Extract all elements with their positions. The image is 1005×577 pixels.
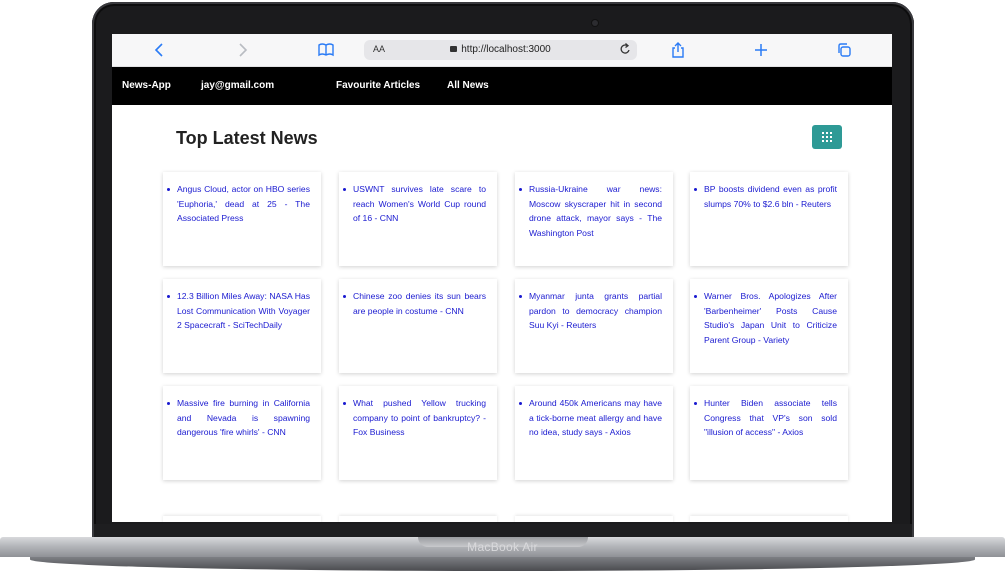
news-grid-next-row	[163, 516, 849, 522]
news-card	[690, 516, 848, 522]
screen: AA http://localhost:3000 News-App jay@gm…	[112, 34, 892, 522]
news-card: BP boosts dividend even as profit slumps…	[690, 172, 848, 266]
news-card	[163, 516, 321, 522]
book-icon[interactable]	[317, 41, 335, 59]
address-bar[interactable]: AA http://localhost:3000	[364, 40, 637, 60]
news-link[interactable]: USWNT survives late scare to reach Women…	[343, 182, 486, 226]
news-link[interactable]: Massive fire burning in California and N…	[167, 396, 310, 440]
news-link[interactable]: Warner Bros. Apologizes After 'Barbenhei…	[694, 289, 837, 347]
nav-favourite-articles[interactable]: Favourite Articles	[336, 80, 420, 91]
nav-brand[interactable]: News-App	[122, 80, 171, 91]
url-display[interactable]: http://localhost:3000	[364, 44, 637, 55]
browser-toolbar: AA http://localhost:3000	[112, 34, 892, 67]
news-card: Massive fire burning in California and N…	[163, 386, 321, 480]
news-link[interactable]: Around 450k Americans may have a tick-bo…	[519, 396, 662, 440]
news-card: Warner Bros. Apologizes After 'Barbenhei…	[690, 279, 848, 373]
news-link[interactable]: Angus Cloud, actor on HBO series 'Euphor…	[167, 182, 310, 226]
news-card	[339, 516, 497, 522]
news-link[interactable]: Myanmar junta grants partial pardon to d…	[519, 289, 662, 333]
share-icon[interactable]	[669, 41, 687, 59]
news-link[interactable]: Hunter Biden associate tells Congress th…	[694, 396, 837, 440]
nav-all-news[interactable]: All News	[447, 80, 489, 91]
news-card: Around 450k Americans may have a tick-bo…	[515, 386, 673, 480]
lock-icon	[450, 46, 458, 52]
page-title: Top Latest News	[176, 128, 318, 148]
nav-user-email[interactable]: jay@gmail.com	[201, 80, 274, 91]
app-navbar: News-App jay@gmail.com Favourite Article…	[112, 67, 892, 105]
news-card: Hunter Biden associate tells Congress th…	[690, 386, 848, 480]
news-card: Myanmar junta grants partial pardon to d…	[515, 279, 673, 373]
news-link[interactable]: 12.3 Billion Miles Away: NASA Has Lost C…	[167, 289, 310, 333]
news-link[interactable]: Russia-Ukraine war news: Moscow skyscrap…	[519, 182, 662, 240]
news-link[interactable]: BP boosts dividend even as profit slumps…	[694, 182, 837, 211]
news-card: Angus Cloud, actor on HBO series 'Euphor…	[163, 172, 321, 266]
view-toggle-button[interactable]	[812, 125, 842, 149]
chevron-right-icon[interactable]	[233, 41, 251, 59]
chevron-left-icon[interactable]	[151, 41, 169, 59]
news-card: Chinese zoo denies its sun bears are peo…	[339, 279, 497, 373]
news-card: What pushed Yellow trucking company to p…	[339, 386, 497, 480]
news-link[interactable]: Chinese zoo denies its sun bears are peo…	[343, 289, 486, 318]
camera-icon	[592, 20, 598, 26]
grid-icon	[822, 132, 832, 142]
news-link[interactable]: What pushed Yellow trucking company to p…	[343, 396, 486, 440]
tabs-icon[interactable]	[835, 41, 853, 59]
news-card	[515, 516, 673, 522]
news-card: USWNT survives late scare to reach Women…	[339, 172, 497, 266]
news-card: 12.3 Billion Miles Away: NASA Has Lost C…	[163, 279, 321, 373]
news-card: Russia-Ukraine war news: Moscow skyscrap…	[515, 172, 673, 266]
device-brand: MacBook Air	[467, 540, 538, 554]
plus-icon[interactable]	[752, 41, 770, 59]
reload-icon[interactable]	[619, 42, 631, 59]
url-text: http://localhost:3000	[461, 44, 551, 55]
